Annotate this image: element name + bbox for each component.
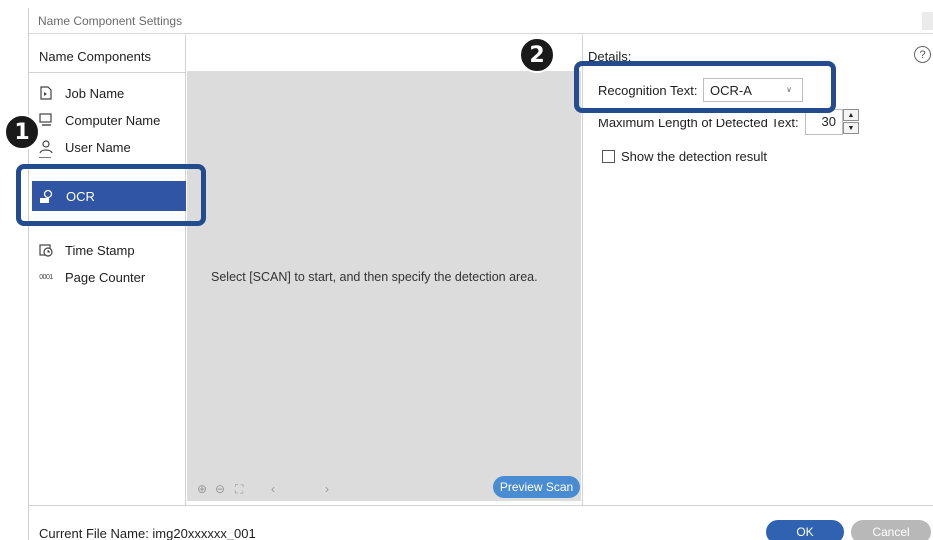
computer-icon (39, 113, 53, 127)
preview-area[interactable]: Select [SCAN] to start, and then specify… (187, 71, 581, 501)
component-label: Computer Name (65, 112, 161, 128)
component-label: Job Name (65, 85, 125, 101)
component-computer-name[interactable]: Computer Name (39, 110, 160, 130)
ocr-highlight-frame (16, 164, 206, 226)
show-detection-checkbox[interactable] (602, 150, 615, 163)
zoom-in-icon[interactable]: ⊕ (197, 482, 207, 496)
component-job-name[interactable]: Job Name (39, 83, 124, 103)
name-components-panel: Name Components Job Name Computer Name U… (29, 35, 186, 505)
footer: Current File Name: img20xxxxxx_001 OK Ca… (29, 505, 933, 540)
zoom-out-icon[interactable]: ⊖ (215, 482, 225, 496)
counter-icon: 0001 (39, 273, 53, 281)
spin-up-icon[interactable]: ▲ (843, 109, 859, 121)
max-length-spinner[interactable]: ▲ ▼ (843, 109, 861, 135)
name-components-header: Name Components (29, 35, 185, 73)
current-file-name: Current File Name: img20xxxxxx_001 (39, 526, 256, 540)
component-label: Page Counter (65, 269, 146, 285)
component-label: Time Stamp (65, 242, 135, 258)
window-title: Name Component Settings (38, 14, 183, 28)
fit-icon[interactable]: ⛶ (235, 482, 243, 497)
next-icon[interactable]: › (325, 482, 329, 496)
component-label: User Name (65, 139, 131, 155)
user-icon (39, 140, 53, 154)
component-page-counter[interactable]: 0001 Page Counter (39, 267, 145, 287)
show-detection-option[interactable]: Show the detection result (602, 149, 767, 164)
callout-2-badge: 2 (519, 37, 555, 73)
help-icon[interactable]: ? (914, 46, 931, 63)
preview-message: Select [SCAN] to start, and then specify… (211, 270, 538, 284)
document-icon (39, 86, 53, 100)
previous-icon[interactable]: ‹ (271, 482, 275, 496)
component-time-stamp[interactable]: Time Stamp (39, 240, 135, 260)
name-components-title: Name Components (39, 49, 151, 64)
divider (39, 157, 51, 158)
close-button[interactable] (922, 12, 933, 30)
ok-button[interactable]: OK (766, 520, 844, 540)
recognition-text-highlight-frame (574, 61, 836, 113)
max-length-label: Maximum Length of Detected Text: (598, 115, 799, 130)
component-user-name[interactable]: User Name (39, 137, 131, 157)
spin-down-icon[interactable]: ▼ (843, 122, 859, 134)
show-detection-label: Show the detection result (621, 149, 767, 164)
clock-icon (39, 243, 53, 257)
preview-scan-button[interactable]: Preview Scan (493, 476, 580, 498)
cancel-button[interactable]: Cancel (851, 520, 931, 540)
callout-1-badge: 1 (4, 114, 40, 150)
title-bar: Name Component Settings (29, 8, 933, 34)
